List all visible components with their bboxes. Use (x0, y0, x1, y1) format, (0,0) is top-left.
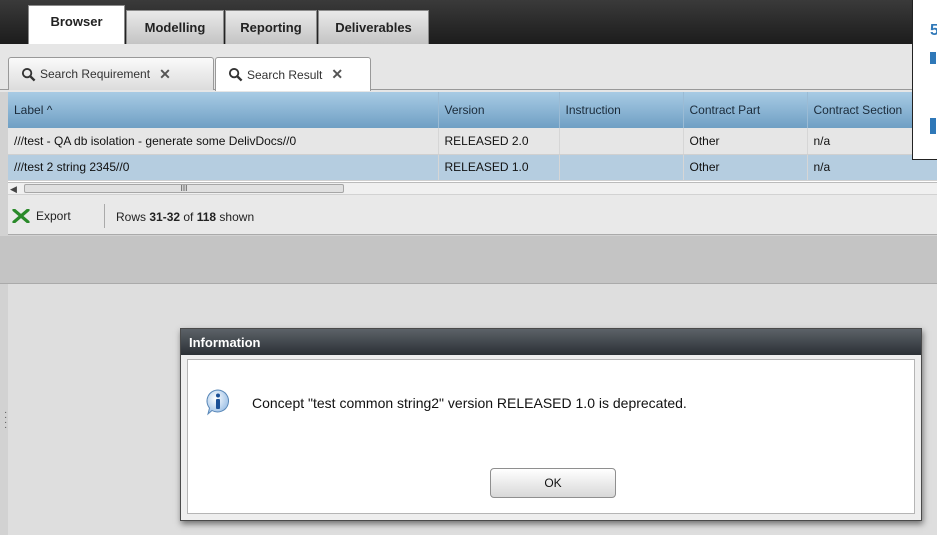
grid-toolbar: Export Rows 31-32 of 118 shown ••••• (8, 195, 937, 244)
cell-version: RELEASED 1.0 (438, 154, 560, 181)
cell-contract-part: Other (683, 154, 808, 181)
top-navigation: Browser Modelling Reporting Deliverables (0, 0, 937, 44)
close-icon[interactable]: ✕ (159, 66, 171, 83)
nav-tab-deliverables[interactable]: Deliverables (318, 10, 429, 44)
tab-label: Search Requirement (40, 67, 151, 81)
table-header-row: Label ^ Version Instruction Contract Par… (8, 92, 937, 128)
toolbar-divider (104, 204, 105, 228)
ok-button[interactable]: OK (490, 468, 616, 498)
dialog-title: Information (181, 329, 921, 355)
results-grid: Label ^ Version Instruction Contract Par… (8, 92, 937, 182)
callout-panel: 5 (912, 0, 937, 160)
subtab-bar: Search Requirement ✕ Search Result ✕ (0, 44, 937, 92)
column-header-contract-part[interactable]: Contract Part (683, 92, 808, 128)
cell-contract-part: Other (683, 128, 808, 155)
nav-tab-browser[interactable]: Browser (28, 5, 125, 44)
information-dialog: Information Concept "test common string2… (180, 328, 922, 521)
scroll-left-icon[interactable]: ◀ (10, 184, 17, 195)
dialog-body: Concept "test common string2" version RE… (187, 359, 915, 514)
rows-shown-info: Rows 31-32 of 118 shown (116, 210, 255, 224)
cell-instruction (559, 154, 684, 181)
callout-bar (930, 52, 936, 64)
cell-version: RELEASED 2.0 (438, 128, 560, 155)
table-row-selected[interactable]: ///test 2 string 2345//0 RELEASED 1.0 Ot… (8, 154, 937, 181)
cell-label: ///test - QA db isolation - generate som… (8, 128, 439, 155)
callout-bar (930, 118, 936, 134)
nav-tab-modelling[interactable]: Modelling (126, 10, 224, 44)
dialog-message: Concept "test common string2" version RE… (252, 395, 687, 411)
export-button[interactable]: Export (12, 206, 71, 226)
close-icon[interactable]: ✕ (331, 66, 343, 83)
tab-search-requirement[interactable]: Search Requirement ✕ (8, 57, 214, 90)
nav-tab-reporting[interactable]: Reporting (225, 10, 317, 44)
results-table: Label ^ Version Instruction Contract Par… (8, 92, 937, 181)
scrollbar-grip: III (180, 184, 188, 193)
panel-header-band (0, 236, 937, 284)
rows-total: 118 (196, 210, 217, 224)
column-header-label[interactable]: Label ^ (8, 92, 439, 128)
cell-label: ///test 2 string 2345//0 (8, 154, 439, 181)
search-icon (228, 67, 243, 82)
column-header-instruction[interactable]: Instruction (559, 92, 684, 128)
rows-range: 31-32 (149, 210, 181, 224)
table-row[interactable]: ///test - QA db isolation - generate som… (8, 128, 937, 155)
callout-glyph: 5 (930, 22, 937, 40)
cell-instruction (559, 128, 684, 155)
excel-icon (12, 209, 30, 223)
column-header-version[interactable]: Version (438, 92, 560, 128)
splitter-grip[interactable]: · · · · (4, 408, 7, 433)
tab-label: Search Result (247, 67, 323, 82)
info-icon (206, 389, 229, 416)
export-label: Export (36, 209, 71, 223)
search-icon (21, 67, 36, 81)
horizontal-scrollbar[interactable]: ◀ III (8, 182, 937, 194)
scrollbar-thumb[interactable]: III (24, 184, 344, 193)
tab-search-result[interactable]: Search Result ✕ (215, 57, 371, 91)
